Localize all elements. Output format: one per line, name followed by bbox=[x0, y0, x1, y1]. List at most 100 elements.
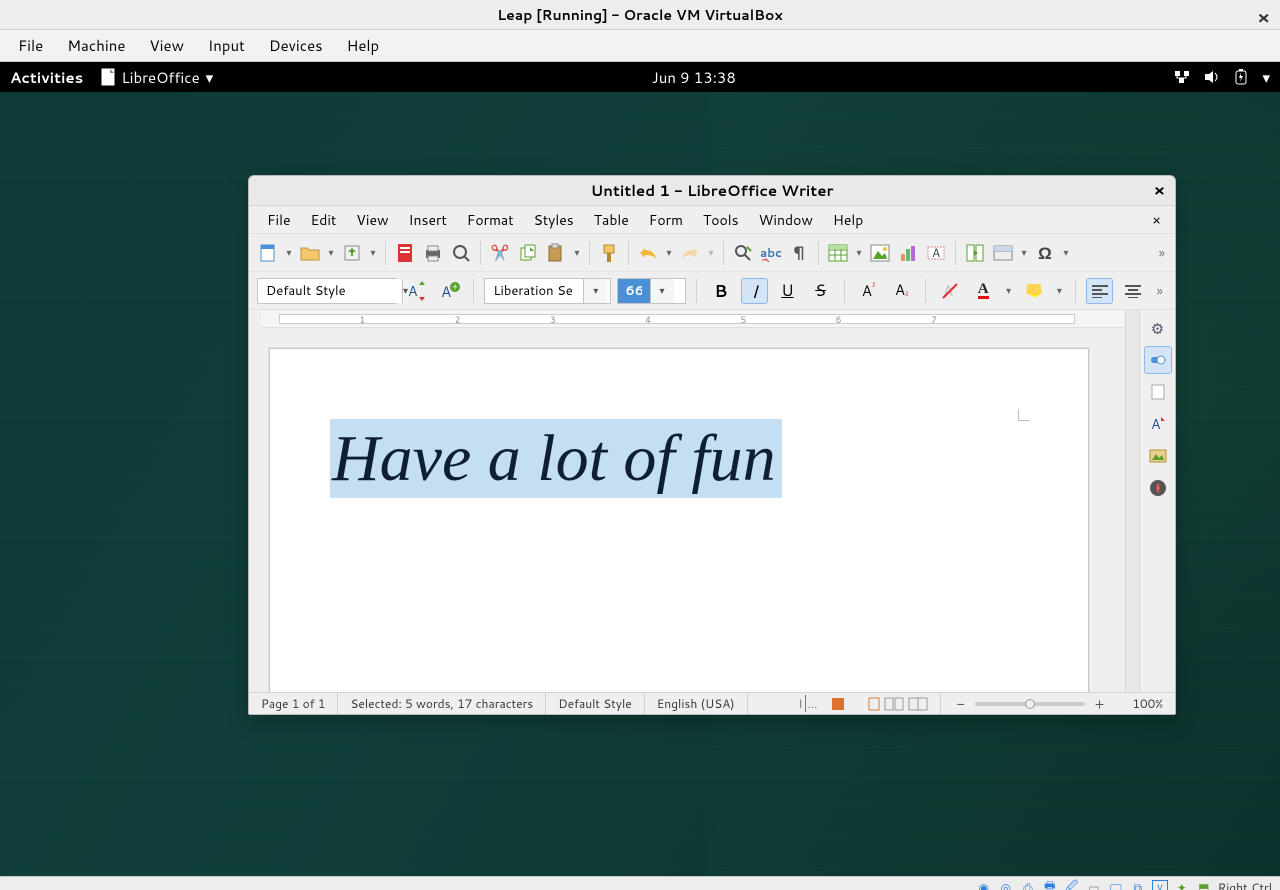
vb-audio-icon[interactable]: 🖉 bbox=[1064, 880, 1080, 890]
save-dropdown[interactable]: ▾ bbox=[367, 246, 379, 260]
font-color-button[interactable]: A bbox=[970, 278, 997, 304]
menu-window[interactable]: Window bbox=[749, 207, 823, 233]
single-page-icon[interactable] bbox=[868, 697, 880, 711]
save-button[interactable] bbox=[339, 240, 365, 266]
vb-usb-icon[interactable]: ⎙ bbox=[1020, 880, 1036, 890]
vb-recording-icon[interactable]: ⧉ bbox=[1130, 880, 1146, 890]
font-size-dropdown[interactable]: ▾ bbox=[650, 279, 674, 303]
insert-page-break-button[interactable] bbox=[962, 240, 988, 266]
print-button[interactable] bbox=[420, 240, 446, 266]
chevron-down-icon[interactable]: ▾ bbox=[1262, 67, 1270, 88]
toolbar-overflow-button[interactable]: » bbox=[1155, 243, 1169, 263]
export-pdf-button[interactable] bbox=[392, 240, 418, 266]
cut-button[interactable]: ✂️ bbox=[487, 240, 513, 266]
vertical-scrollbar[interactable] bbox=[1125, 310, 1139, 692]
vb-menu-file[interactable]: File bbox=[6, 31, 55, 60]
superscript-button[interactable]: A² bbox=[855, 278, 882, 304]
status-zoom-controls[interactable]: − + bbox=[941, 693, 1121, 714]
vb-shared-folder-icon[interactable]: 🖶 bbox=[1042, 880, 1058, 890]
underline-button[interactable]: U bbox=[774, 278, 801, 304]
clear-formatting-button[interactable]: A bbox=[936, 278, 963, 304]
zoom-slider[interactable] bbox=[975, 702, 1085, 706]
italic-button[interactable]: I bbox=[741, 278, 768, 304]
paragraph-style-combo[interactable]: ▾ bbox=[257, 278, 397, 304]
status-style[interactable]: Default Style bbox=[546, 693, 644, 714]
menu-view[interactable]: View bbox=[346, 207, 398, 233]
align-left-button[interactable] bbox=[1086, 278, 1113, 304]
open-dropdown[interactable]: ▾ bbox=[325, 246, 337, 260]
menu-insert[interactable]: Insert bbox=[399, 207, 457, 233]
volume-icon[interactable] bbox=[1204, 70, 1220, 84]
insert-field-button[interactable] bbox=[990, 240, 1016, 266]
insert-textbox-button[interactable]: A bbox=[923, 240, 949, 266]
status-page[interactable]: Page 1 of 1 bbox=[249, 693, 338, 714]
vb-display-icon[interactable]: 🖵 bbox=[1108, 880, 1124, 890]
undo-button[interactable] bbox=[635, 240, 661, 266]
menu-format[interactable]: Format bbox=[457, 207, 524, 233]
align-center-button[interactable] bbox=[1119, 278, 1146, 304]
copy-button[interactable] bbox=[515, 240, 541, 266]
status-view-layout[interactable] bbox=[856, 693, 941, 714]
find-replace-button[interactable] bbox=[730, 240, 756, 266]
update-style-button[interactable]: A bbox=[403, 278, 430, 304]
multi-page-icon[interactable] bbox=[884, 697, 904, 711]
open-button[interactable] bbox=[297, 240, 323, 266]
vb-menu-help[interactable]: Help bbox=[335, 31, 392, 60]
horizontal-ruler[interactable]: 123 4567 bbox=[261, 310, 1125, 328]
status-insert-mode[interactable]: I… bbox=[748, 693, 856, 714]
font-name-combo[interactable]: ▾ bbox=[484, 278, 610, 304]
sidebar-gallery-button[interactable] bbox=[1144, 442, 1172, 470]
menu-help[interactable]: Help bbox=[823, 207, 873, 233]
vb-menu-view[interactable]: View bbox=[137, 31, 196, 60]
libreoffice-titlebar[interactable]: Untitled 1 - LibreOffice Writer × bbox=[249, 176, 1175, 206]
vb-cpu-icon[interactable]: ✦ bbox=[1174, 880, 1190, 890]
vb-vrde-icon[interactable]: V bbox=[1152, 880, 1168, 890]
menu-styles[interactable]: Styles bbox=[524, 207, 584, 233]
insert-chart-button[interactable] bbox=[895, 240, 921, 266]
insert-table-button[interactable] bbox=[825, 240, 851, 266]
undo-dropdown[interactable]: ▾ bbox=[663, 246, 675, 260]
paragraph-style-input[interactable] bbox=[258, 279, 402, 303]
close-document-button[interactable]: × bbox=[1146, 210, 1167, 230]
subscript-button[interactable]: A² bbox=[888, 278, 915, 304]
document-selected-text[interactable]: Have a lot of fun bbox=[330, 419, 782, 498]
vb-menu-devices[interactable]: Devices bbox=[257, 31, 335, 60]
formatting-marks-button[interactable]: ¶ bbox=[786, 240, 812, 266]
new-document-button[interactable] bbox=[255, 240, 281, 266]
vb-menu-machine[interactable]: Machine bbox=[55, 31, 137, 60]
menu-table[interactable]: Table bbox=[584, 207, 639, 233]
sidebar-settings-button[interactable]: ⚙ bbox=[1144, 314, 1172, 342]
spellcheck-button[interactable]: abc bbox=[758, 240, 784, 266]
vb-menu-input[interactable]: Input bbox=[196, 31, 257, 60]
insert-special-char-dropdown[interactable]: ▾ bbox=[1060, 246, 1072, 260]
menu-tools[interactable]: Tools bbox=[693, 207, 749, 233]
sidebar-navigator-button[interactable] bbox=[1144, 474, 1172, 502]
highlight-dropdown[interactable]: ▾ bbox=[1054, 284, 1066, 298]
vb-network-icon2[interactable]: ▭ bbox=[1086, 880, 1102, 890]
gnome-tray[interactable]: ▾ bbox=[1174, 67, 1270, 88]
gnome-clock[interactable]: Jun 9 13:38 bbox=[652, 67, 736, 88]
vb-guest-additions-icon[interactable]: ⬒ bbox=[1196, 880, 1212, 890]
font-name-input[interactable] bbox=[485, 279, 583, 303]
status-zoom-percent[interactable]: 100% bbox=[1120, 693, 1175, 714]
paste-dropdown[interactable]: ▾ bbox=[571, 246, 583, 260]
strikethrough-button[interactable]: S bbox=[807, 278, 834, 304]
bold-button[interactable]: B bbox=[707, 278, 734, 304]
paste-button[interactable] bbox=[543, 240, 569, 266]
clone-formatting-button[interactable] bbox=[596, 240, 622, 266]
status-language[interactable]: English (USA) bbox=[645, 693, 748, 714]
insert-field-dropdown[interactable]: ▾ bbox=[1018, 246, 1030, 260]
sidebar-properties-button[interactable] bbox=[1144, 346, 1172, 374]
zoom-out-button[interactable]: − bbox=[953, 694, 969, 714]
sidebar-page-button[interactable] bbox=[1144, 378, 1172, 406]
document-page[interactable]: Have a lot of fun bbox=[269, 348, 1089, 692]
vb-hdd-icon[interactable]: ◉ bbox=[976, 880, 992, 890]
font-size-combo[interactable]: ▾ bbox=[617, 278, 687, 304]
menu-edit[interactable]: Edit bbox=[301, 207, 347, 233]
insert-special-char-button[interactable]: Ω bbox=[1032, 240, 1058, 266]
print-preview-button[interactable] bbox=[448, 240, 474, 266]
menu-file[interactable]: File bbox=[257, 207, 301, 233]
power-icon[interactable] bbox=[1234, 69, 1248, 85]
format-toolbar-overflow-button[interactable]: » bbox=[1153, 281, 1167, 301]
redo-dropdown[interactable]: ▾ bbox=[705, 246, 717, 260]
